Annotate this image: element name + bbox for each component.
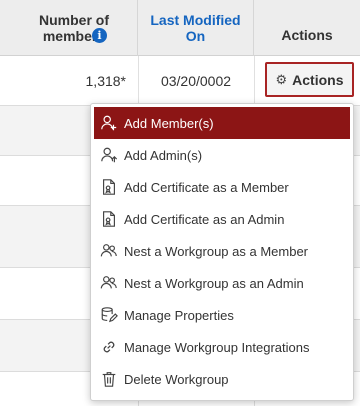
menu-item-manage-properties[interactable]: Manage Properties [91, 299, 353, 331]
actions-button[interactable]: ⚙ Actions [265, 62, 354, 97]
column-header-members[interactable]: Number of members [0, 0, 138, 56]
members-count: 1,318* [85, 73, 126, 89]
certificate-admin-icon [99, 209, 119, 229]
users-icon [99, 241, 119, 261]
menu-item-delete-workgroup[interactable]: Delete Workgroup [91, 363, 353, 395]
column-header-last-modified[interactable]: Last Modified On [138, 0, 254, 56]
certificate-icon [99, 177, 119, 197]
menu-item-nest-workgroup-admin[interactable]: Nest a Workgroup as an Admin [91, 267, 353, 299]
column-header-actions: Actions [281, 27, 333, 43]
add-admin-icon [99, 145, 119, 165]
users-admin-icon [99, 273, 119, 293]
database-edit-icon [99, 305, 119, 325]
table-header: Number of members i Last Modified On Act… [0, 0, 360, 56]
menu-item-add-certificate-admin[interactable]: Add Certificate as an Admin [91, 203, 353, 235]
add-user-icon [99, 113, 119, 133]
info-icon[interactable]: i [92, 28, 107, 43]
menu-item-nest-workgroup-member[interactable]: Nest a Workgroup as a Member [91, 235, 353, 267]
link-icon [99, 337, 119, 357]
menu-item-add-certificate-member[interactable]: Add Certificate as a Member [91, 171, 353, 203]
menu-item-manage-integrations[interactable]: Manage Workgroup Integrations [91, 331, 353, 363]
menu-item-add-admins[interactable]: Add Admin(s) [91, 139, 353, 171]
actions-dropdown-menu: Add Member(s) Add Admin(s) Add Certifica… [90, 103, 354, 401]
last-modified-date: 03/20/0002 [160, 73, 232, 89]
gear-icon: ⚙ [275, 71, 288, 87]
menu-item-add-members[interactable]: Add Member(s) [94, 107, 350, 139]
trash-icon [99, 369, 119, 389]
